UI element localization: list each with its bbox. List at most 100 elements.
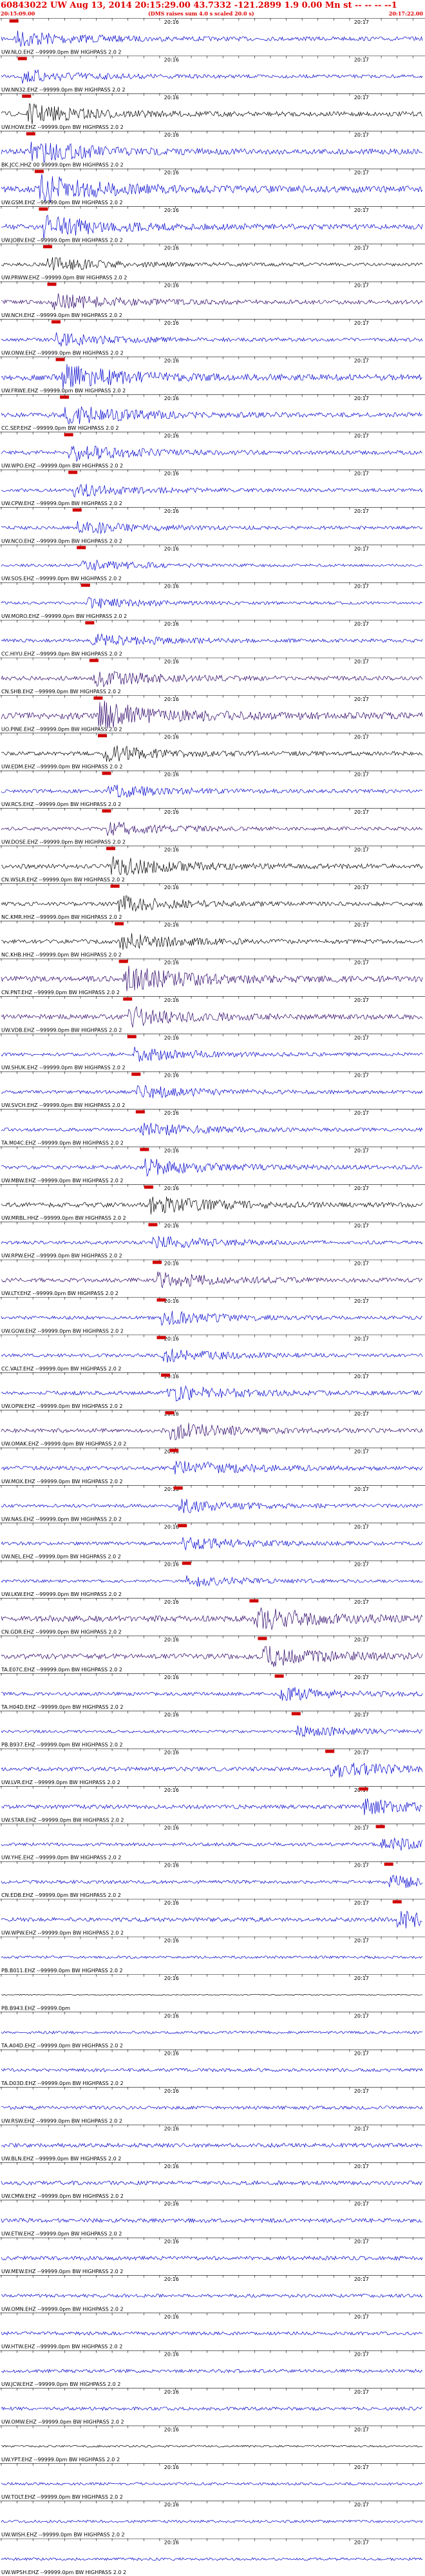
trace-row: 20:16 20:17 BK.JCC.HHZ 00 99999.0pm BW HIG… bbox=[0, 131, 425, 168]
phase-pick-marker bbox=[123, 997, 133, 1001]
trace-row: 20:16 20:17 UW.OMN.EHZ --99999.0pm BW HIGH… bbox=[0, 2274, 425, 2312]
trace-label: BK.JCC.HHZ 00 99999.0pm BW HIGHPASS 2.0 … bbox=[1, 162, 124, 168]
minute-label: 20:16 bbox=[164, 1787, 179, 1793]
trace-row: 20:16 20:17 UW.NLO.EHZ --99999.0pm BW HIGH… bbox=[0, 18, 425, 55]
trace-row: 20:16 20:17 UW.YPT.EHZ --99999.0pm BW HIGH… bbox=[0, 2425, 425, 2463]
trace-row: 20:16 20:17 UO.PINE.EHZ --99999.0pm BW HIG… bbox=[0, 695, 425, 732]
minute-label: 20:16 bbox=[164, 2314, 179, 2320]
minute-label: 20:16 bbox=[164, 1186, 179, 1191]
minute-label: 20:16 bbox=[164, 2051, 179, 2057]
trace-row: 20:16 20:17 CN.WSLR.EHZ --99999.0pm BW HIG… bbox=[0, 845, 425, 883]
trace-label: UW.NEL.EHZ --99999.0pm BW HIGHPASS 2.0 2 bbox=[1, 1554, 121, 1560]
phase-pick-marker bbox=[249, 1599, 259, 1603]
phase-pick-marker bbox=[156, 1336, 166, 1340]
trace-label: PB.B011.EHZ --99999.0pm BW HIGHPASS 2.0 … bbox=[1, 1968, 123, 1974]
minute-label: 20:17 bbox=[354, 19, 369, 25]
trace-row: 20:16 20:17 UW.MRBL.HHZ --99999.0pm BW HIG… bbox=[0, 1184, 425, 1221]
scale-note: (DMS raises sum 4.0 s scaled 20.0 s) bbox=[148, 10, 254, 17]
trace-row: 20:16 20:17 UW.ETW.EHZ --99999.0pm BW HIGH… bbox=[0, 2200, 425, 2237]
trace-label: UW.NN32.EHZ --99999.0pm BW HIGHPASS 2.0 … bbox=[1, 87, 126, 93]
trace-row: 20:16 20:17 UW.FRWE.EHZ --99999.0pm BW HIG… bbox=[0, 356, 425, 394]
minute-label: 20:17 bbox=[354, 471, 369, 477]
phase-pick-marker bbox=[39, 207, 48, 211]
minute-label: 20:17 bbox=[354, 1524, 369, 1530]
minute-label: 20:16 bbox=[164, 2201, 179, 2207]
trace-row: 20:16 20:17 UW.RCS.EHZ --99999.0pm BW HIGH… bbox=[0, 770, 425, 807]
waveform-line bbox=[1, 174, 423, 203]
seismogram-plot: 20:16 20:17 UW.NLO.EHZ --99999.0pm BW HIGH… bbox=[0, 18, 425, 2575]
minute-label: 20:17 bbox=[354, 207, 369, 213]
waveform-line bbox=[1, 1122, 423, 1136]
phase-pick-marker bbox=[140, 1148, 149, 1151]
phase-pick-marker bbox=[115, 922, 124, 926]
minute-label: 20:17 bbox=[354, 1599, 369, 1605]
minute-label: 20:17 bbox=[354, 2276, 369, 2282]
phase-pick-marker bbox=[144, 1185, 153, 1189]
trace-row: 20:16 20:17 UW.CPW.EHZ --99999.0pm BW HIGH… bbox=[0, 469, 425, 506]
minute-label: 20:17 bbox=[354, 734, 369, 740]
phase-pick-marker bbox=[55, 358, 65, 361]
trace-row: 20:16 20:17 UW.CMW.EHZ --99999.0pm BW HIGH… bbox=[0, 2162, 425, 2199]
trace-label: UW.WPSH.EHZ --99999.0pm BW HIGHPASS 2.0 … bbox=[1, 2570, 126, 2575]
minute-label: 20:17 bbox=[354, 1449, 369, 1455]
minute-label: 20:17 bbox=[354, 584, 369, 590]
waveform-line bbox=[1, 559, 423, 571]
waveform-line bbox=[1, 1423, 423, 1441]
trace-row: 20:16 20:17 CN.EDB.EHZ --99999.0pm BW HIGH… bbox=[0, 1861, 425, 1898]
trace-label: UW.FRWE.EHZ --99999.0pm BW HIGHPASS 2.0 … bbox=[1, 388, 126, 394]
minute-label: 20:16 bbox=[164, 283, 179, 289]
minute-label: 20:16 bbox=[164, 1035, 179, 1041]
minute-label: 20:16 bbox=[164, 471, 179, 477]
minute-label: 20:16 bbox=[164, 19, 179, 25]
minute-label: 20:16 bbox=[164, 1712, 179, 1718]
trace-row: 20:16 20:17 UW.SOS.EHZ --99999.0pm BW HIGH… bbox=[0, 544, 425, 582]
trace-label: UW.EDM.EHZ --99999.0pm BW HIGHPASS 2.0 2 bbox=[1, 764, 123, 770]
trace-label: UW.STAR.EHZ --99999.0pm BW HIGHPASS 2.0 … bbox=[1, 1817, 124, 1823]
trace-row: 20:16 20:17 TA.H04D.EHZ --99999.0pm BW HIG… bbox=[0, 1673, 425, 1710]
minute-label: 20:17 bbox=[354, 1336, 369, 1341]
minute-label: 20:17 bbox=[354, 697, 369, 702]
trace-row: 20:16 20:17 UW.NEL.EHZ --99999.0pm BW HIGH… bbox=[0, 1523, 425, 1560]
minute-label: 20:16 bbox=[164, 1110, 179, 1116]
trace-row: 20:16 20:17 UW.TOLT.EHZ --99999.0pm BW HIG… bbox=[0, 2463, 425, 2500]
trace-row: 20:16 20:17 NC.KMR.HHZ --99999.0pm BW HIGH… bbox=[0, 883, 425, 920]
minute-label: 20:17 bbox=[354, 1825, 369, 1831]
phase-pick-marker bbox=[102, 771, 111, 775]
trace-row: 20:16 20:17 UW.ONW.EHZ --99999.0pm BW HIGH… bbox=[0, 319, 425, 356]
trace-label: UW.OMN.EHZ --99999.0pm BW HIGHPASS 2.0 2 bbox=[1, 2306, 124, 2312]
minute-label: 20:16 bbox=[164, 508, 179, 514]
minute-label: 20:16 bbox=[164, 584, 179, 590]
minute-label: 20:16 bbox=[164, 1599, 179, 1605]
trace-label: CN.SHB.EHZ --99999.0pm BW HIGHPASS 2.0 2 bbox=[1, 689, 121, 695]
minute-label: 20:17 bbox=[354, 922, 369, 928]
phase-pick-marker bbox=[17, 57, 27, 61]
minute-label: 20:17 bbox=[354, 1110, 369, 1116]
trace-row: 20:16 20:17 UW.SVCH.EHZ --99999.0pm BW HIG… bbox=[0, 1071, 425, 1108]
trace-label: UW.LKW.EHZ --99999.0pm BW HIGHPASS 2.0 2 bbox=[1, 1591, 122, 1597]
waveform-line bbox=[1, 1838, 423, 1851]
minute-label: 20:16 bbox=[164, 697, 179, 702]
trace-row: 20:16 20:17 UW.GSM.EHZ --99999.0pm BW HIGH… bbox=[0, 168, 425, 206]
minute-label: 20:17 bbox=[354, 1411, 369, 1417]
trace-label: TA.E07C.EHZ --99999.0pm BW HIGHPASS 2.0 … bbox=[1, 1667, 122, 1673]
trace-label: TA.D03D.EHZ --99999.0pm BW HIGHPASS 2.0 … bbox=[1, 2081, 124, 2086]
trace-label: UW.MEW.EHZ --99999.0pm BW HIGHPASS 2.0 2 bbox=[1, 2269, 123, 2274]
minute-label: 20:16 bbox=[164, 2352, 179, 2358]
waveform-line bbox=[1, 1874, 423, 1889]
phase-pick-marker bbox=[127, 1035, 137, 1039]
waveform-line bbox=[1, 1006, 423, 1028]
minute-label: 20:17 bbox=[354, 997, 369, 1003]
trace-label: UW.YPT.EHZ --99999.0pm BW HIGHPASS 2.0 2 bbox=[1, 2457, 120, 2463]
waveform-line bbox=[1, 1762, 423, 1778]
trace-row: 20:16 20:17 CN.SHB.EHZ --99999.0pm BW HIGH… bbox=[0, 657, 425, 695]
minute-label: 20:16 bbox=[164, 546, 179, 552]
waveform-line bbox=[1, 1646, 423, 1667]
event-title: 60843022 UW Aug 13, 2014 20:15:29.00 43.… bbox=[1, 1, 397, 10]
waveform-line bbox=[1, 1499, 423, 1514]
phase-pick-marker bbox=[258, 1637, 267, 1640]
trace-label: UO.PINE.EHZ --99999.0pm BW HIGHPASS 2.0 … bbox=[1, 726, 122, 732]
waveform-line bbox=[1, 933, 423, 950]
waveform-line bbox=[1, 521, 423, 534]
trace-label: UW.ETW.EHZ --99999.0pm BW HIGHPASS 2.0 2 bbox=[1, 2231, 122, 2237]
minute-label: 20:17 bbox=[354, 433, 369, 439]
